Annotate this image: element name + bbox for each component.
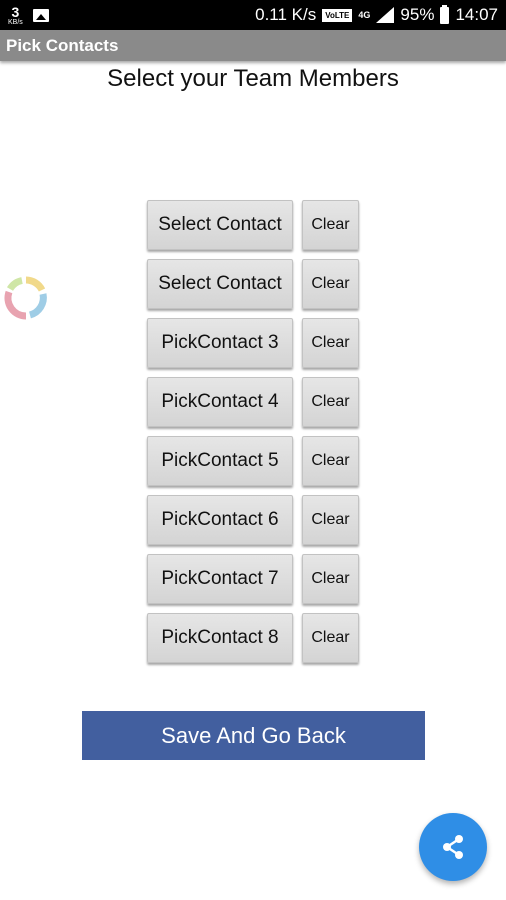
image-notification-icon xyxy=(32,8,49,22)
status-right: 0.11 K/s VoLTE 4G 95% 14:07 xyxy=(255,0,498,30)
pick-contact-button-4[interactable]: PickContact 4 xyxy=(147,377,293,427)
volte-badge: VoLTE xyxy=(322,8,353,22)
pick-contact-button-2[interactable]: Select Contact xyxy=(147,259,293,309)
battery-percent: 95% xyxy=(400,5,435,24)
clear-button-4[interactable]: Clear xyxy=(302,377,359,427)
net-speed-value: 3 xyxy=(11,3,20,20)
pick-contact-button-3[interactable]: PickContact 3 xyxy=(147,318,293,368)
pick-contact-button-5[interactable]: PickContact 5 xyxy=(147,436,293,486)
clear-button-2[interactable]: Clear xyxy=(302,259,359,309)
app-title-bar: Pick Contacts xyxy=(0,30,506,61)
app-title: Pick Contacts xyxy=(6,36,119,55)
clear-button-8[interactable]: Clear xyxy=(302,613,359,663)
pick-contact-button-6[interactable]: PickContact 6 xyxy=(147,495,293,545)
clear-button-5[interactable]: Clear xyxy=(302,436,359,486)
clear-button-1[interactable]: Clear xyxy=(302,200,359,250)
signal-icon xyxy=(376,7,395,23)
pick-contact-button-7[interactable]: PickContact 7 xyxy=(147,554,293,604)
save-and-go-back-button[interactable]: Save And Go Back xyxy=(82,711,425,760)
pick-contact-button-8[interactable]: PickContact 8 xyxy=(147,613,293,663)
status-bar: 3 KB/s 0.11 K/s VoLTE 4G 95% 14:07 xyxy=(0,0,506,30)
clock: 14:07 xyxy=(455,5,498,24)
pick-contact-button-1[interactable]: Select Contact xyxy=(147,200,293,250)
clear-button-7[interactable]: Clear xyxy=(302,554,359,604)
share-fab-button[interactable] xyxy=(419,813,487,881)
clear-button-6[interactable]: Clear xyxy=(302,495,359,545)
network-type: 4G xyxy=(358,10,371,20)
page-heading: Select your Team Members xyxy=(107,65,399,92)
status-left: 3 KB/s xyxy=(8,2,49,28)
net-speed-indicator: 3 KB/s xyxy=(8,5,23,26)
share-icon xyxy=(443,835,463,859)
data-rate: 0.11 K/s xyxy=(255,5,317,24)
loading-spinner-icon xyxy=(4,276,47,320)
net-speed-unit: KB/s xyxy=(8,18,23,26)
battery-icon xyxy=(440,4,450,24)
clear-button-3[interactable]: Clear xyxy=(302,318,359,368)
